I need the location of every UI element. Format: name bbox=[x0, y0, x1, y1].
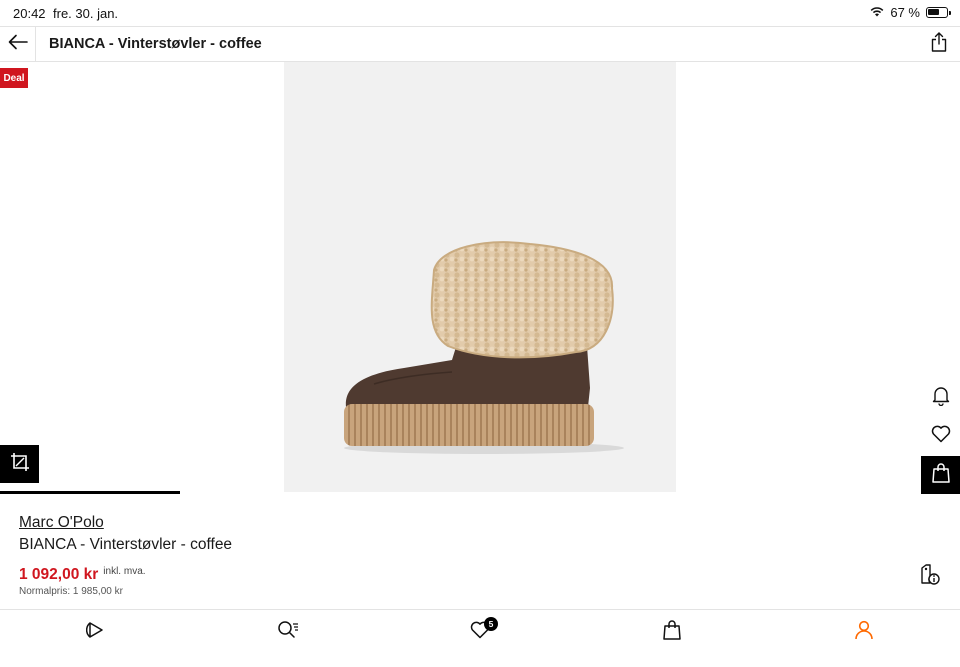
product-name: BIANCA - Vinterstøvler - coffee bbox=[19, 536, 233, 553]
top-bar: BIANCA - Vinterstøvler - coffee bbox=[0, 26, 960, 62]
gallery-progress-fill bbox=[0, 491, 180, 494]
wifi-icon bbox=[870, 5, 884, 20]
arrow-left-icon bbox=[8, 34, 28, 55]
gallery-progress bbox=[0, 491, 960, 495]
deal-badge: Deal bbox=[0, 68, 28, 88]
person-icon bbox=[854, 620, 874, 645]
battery-percent: 67 % bbox=[890, 5, 920, 20]
bell-icon bbox=[932, 386, 950, 411]
status-time: 20:42 bbox=[13, 6, 46, 21]
nav-home[interactable] bbox=[83, 620, 109, 644]
crop-compare-icon bbox=[10, 452, 30, 477]
bottom-nav: 5 bbox=[0, 609, 960, 667]
battery-level bbox=[928, 9, 940, 15]
normal-price: Normalpris: 1 985,00 kr bbox=[19, 586, 123, 597]
vat-note: inkl. mva. bbox=[103, 566, 146, 577]
tag-info-icon bbox=[920, 563, 940, 591]
notify-button[interactable] bbox=[921, 379, 960, 417]
search-list-icon bbox=[277, 620, 299, 645]
status-bar: 20:42 fre. 30. jan. 67 % bbox=[0, 0, 960, 26]
price-row: 1 092,00 kr inkl. mva. bbox=[19, 566, 146, 584]
wishlist-button[interactable] bbox=[921, 417, 960, 455]
status-date: fre. 30. jan. bbox=[53, 6, 119, 21]
shopping-bag-icon bbox=[931, 462, 950, 488]
product-image[interactable] bbox=[284, 62, 676, 492]
price-info-button[interactable] bbox=[919, 563, 941, 591]
nav-profile[interactable] bbox=[851, 620, 877, 644]
share-icon bbox=[931, 31, 947, 57]
price: 1 092,00 kr bbox=[19, 566, 99, 583]
wishlist-count-badge: 5 bbox=[484, 617, 498, 631]
nav-search[interactable] bbox=[275, 620, 301, 644]
brand-link[interactable]: Marc O'Polo bbox=[19, 514, 104, 532]
heart-icon bbox=[931, 425, 951, 448]
home-play-icon bbox=[85, 620, 106, 645]
nav-wishlist[interactable]: 5 bbox=[467, 617, 498, 644]
nav-bag[interactable] bbox=[659, 619, 685, 645]
boot-illustration bbox=[344, 241, 624, 454]
back-button[interactable] bbox=[0, 27, 36, 61]
compare-button[interactable] bbox=[0, 445, 39, 483]
battery-icon bbox=[926, 7, 951, 18]
share-button[interactable] bbox=[928, 31, 950, 57]
add-to-bag-button[interactable] bbox=[921, 456, 960, 494]
shopping-bag-icon bbox=[663, 619, 681, 645]
page-title: BIANCA - Vinterstøvler - coffee bbox=[49, 36, 262, 52]
status-indicators: 67 % bbox=[870, 5, 951, 20]
